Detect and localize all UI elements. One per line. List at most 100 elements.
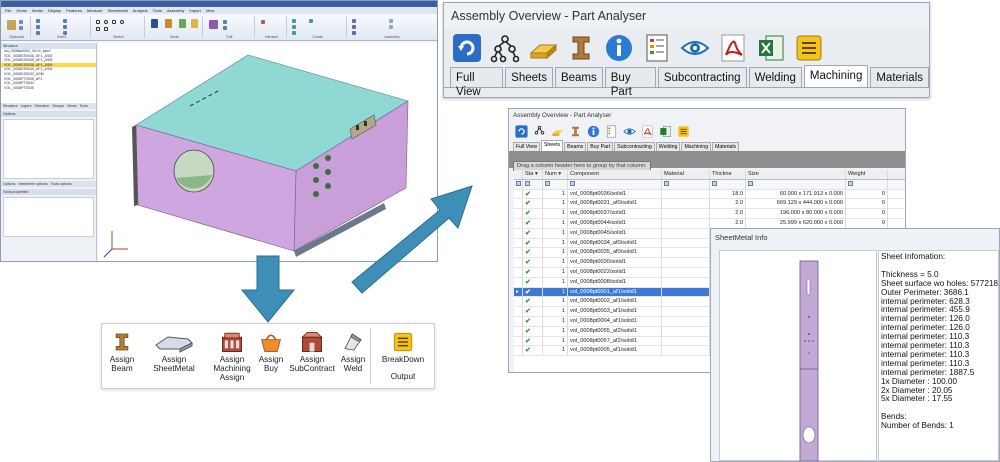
sheetmetal-info-window: SheetMetal Info Sheet Infomation: Thickne… — [710, 228, 1000, 462]
tab-machining[interactable]: Machining — [681, 142, 712, 151]
thickness-cell: 2.0 — [710, 199, 746, 209]
report-icon[interactable] — [793, 32, 825, 64]
tab-beams[interactable]: Beams — [564, 142, 587, 151]
status-cell: ✔ — [523, 326, 543, 336]
assign-machining-button[interactable]: Assign Machining Assign — [210, 328, 254, 382]
tab-full-view[interactable]: Full View — [450, 67, 504, 98]
filter-cell[interactable] — [543, 179, 568, 189]
column-header-weight[interactable]: Weight — [846, 170, 888, 179]
eye-icon[interactable] — [679, 32, 711, 64]
assign-buy-button[interactable]: Assign Buy — [254, 328, 288, 373]
check-icon: ✔ — [525, 317, 531, 325]
component-cell: vol_0008pt0001_af1/solid1 — [568, 287, 662, 297]
info-icon[interactable] — [586, 124, 600, 138]
num-cell: 1 — [543, 287, 568, 297]
tab-subcontracting[interactable]: Subcontracting — [657, 67, 747, 87]
status-cell: ✔ — [523, 248, 543, 258]
gold-bar-icon[interactable] — [527, 32, 559, 64]
column-header-num[interactable]: Num ▾ — [543, 170, 568, 179]
report-icon[interactable] — [676, 124, 690, 138]
num-cell: 1 — [543, 307, 568, 316]
assign-sheetmetal-label: Assign SheetMetal — [153, 355, 195, 373]
window-title: Assembly Overview - Part Analyser — [444, 3, 929, 29]
table-row[interactable]: ✔ 1 vol_0008pt0036/solid1 18.0 60.000 x 171.… — [514, 189, 905, 200]
thickness-cell: 18.0 — [710, 189, 746, 199]
tab-sheets[interactable]: Sheets — [505, 67, 553, 87]
filter-cell[interactable] — [746, 179, 846, 189]
tab-materials[interactable]: Materials — [712, 142, 740, 151]
tab-welding[interactable]: Welding — [655, 142, 681, 151]
status-cell: ✔ — [523, 277, 543, 287]
marker — [808, 352, 810, 354]
column-header-status[interactable]: Sta ▾ — [523, 170, 543, 179]
assign-sheetmetal-button[interactable]: Assign SheetMetal — [140, 328, 208, 373]
check-icon: ✔ — [525, 268, 531, 276]
pdf-icon[interactable] — [717, 32, 749, 64]
tab-welding[interactable]: Welding — [748, 67, 802, 87]
info-icon[interactable] — [603, 32, 635, 64]
beam-icon[interactable] — [568, 124, 582, 138]
filter-cell[interactable] — [523, 179, 543, 189]
column-header-component[interactable]: Component — [568, 170, 662, 179]
report-icon — [374, 328, 432, 355]
tab-buy-part[interactable]: Buy Part — [604, 67, 656, 98]
filter-cell[interactable] — [514, 179, 523, 189]
machining-icon — [210, 328, 254, 355]
hierarchy-icon[interactable] — [489, 32, 521, 64]
filter-cell[interactable] — [568, 179, 662, 189]
material-cell — [662, 346, 710, 356]
material-cell — [662, 199, 710, 209]
column-header-thickness[interactable]: Thickne — [710, 170, 746, 179]
list-icon[interactable] — [641, 32, 673, 64]
tab-materials[interactable]: Materials — [870, 67, 929, 87]
refresh-icon[interactable] — [514, 124, 528, 138]
row-indicator — [514, 199, 523, 209]
list-icon[interactable] — [604, 124, 618, 138]
hole — [808, 340, 810, 342]
tab-full-view[interactable]: Full View — [513, 142, 540, 151]
row-indicator — [514, 326, 523, 336]
size-cell: 25.999 x 620.000 x 0.000 — [746, 218, 846, 228]
check-icon: ✔ — [525, 249, 531, 257]
breakdown-label: BreakDown — [381, 355, 425, 364]
excel-icon[interactable] — [755, 32, 787, 64]
table-row[interactable]: ✔ 1 vol_0008pt0031_af0/solid1 2.0 669.129 x … — [514, 199, 905, 210]
gold-bar-icon[interactable] — [550, 124, 564, 138]
pdf-icon[interactable] — [640, 124, 654, 138]
excel-icon[interactable] — [658, 124, 672, 138]
hierarchy-icon[interactable] — [532, 124, 546, 138]
hole — [808, 333, 810, 335]
filter-row — [514, 179, 905, 190]
assign-beam-button[interactable]: Assign Beam — [104, 328, 140, 373]
tab-sheets[interactable]: Sheets — [540, 140, 564, 151]
hole — [812, 340, 814, 342]
filter-cell[interactable] — [662, 179, 710, 189]
status-cell: ✔ — [523, 267, 543, 277]
component-cell: vol_0008pt0022/solid1 — [568, 267, 662, 277]
refresh-icon[interactable] — [451, 32, 483, 64]
filter-cell[interactable] — [846, 179, 888, 189]
filter-cell[interactable] — [710, 179, 746, 189]
material-cell — [662, 189, 710, 199]
num-cell: 1 — [543, 228, 568, 238]
check-icon: ✔ — [525, 200, 531, 208]
row-indicator — [514, 297, 523, 307]
tab-subcontracting[interactable]: Subcontracting — [614, 142, 655, 151]
status-cell: ✔ — [523, 238, 543, 248]
tab-buy-part[interactable]: Buy Part — [587, 142, 614, 151]
table-row[interactable]: ✔ 1 vol_0008pt0037/solid1 2.0 196.000 x 80.0… — [514, 209, 905, 219]
assign-subcontract-button[interactable]: Assign SubContract — [288, 328, 336, 373]
flat-pattern-drawing — [799, 260, 819, 461]
eye-icon[interactable] — [622, 124, 636, 138]
beam-icon[interactable] — [565, 32, 597, 64]
check-icon: ✔ — [525, 239, 531, 247]
breakdown-button[interactable]: BreakDown Output — [374, 328, 432, 381]
table-header: Sta ▾ Num ▾ Component Material Thickne S… — [514, 170, 905, 180]
assign-weld-button[interactable]: Assign Weld — [336, 328, 370, 373]
column-header-material[interactable]: Material — [662, 170, 710, 179]
column-header-size[interactable]: Size — [746, 170, 846, 179]
group-by-panel[interactable]: Drag a column header here to group by th… — [509, 151, 905, 171]
tab-machining[interactable]: Machining — [803, 65, 869, 87]
tab-beams[interactable]: Beams — [554, 67, 603, 87]
num-cell: 1 — [543, 346, 568, 356]
